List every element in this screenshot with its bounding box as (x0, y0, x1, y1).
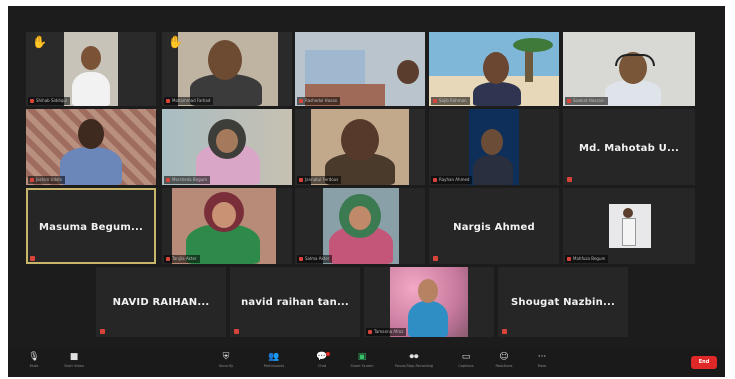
reactions-button[interactable]: ☺ Reactions (486, 351, 522, 375)
microphone-icon: 🎙 (28, 352, 40, 362)
participant-tile[interactable]: Salma Akter (295, 188, 425, 264)
security-button[interactable]: ⛨ Security (208, 351, 244, 375)
participant-tile[interactable]: ✋ Mohammad Farhad (162, 32, 292, 106)
video-camera-icon: ■ (69, 352, 79, 362)
participant-name: Salma Akter (297, 255, 333, 263)
mic-muted-icon (100, 329, 105, 334)
reactions-icon: ☺ (499, 352, 509, 362)
participant-tile[interactable]: Rayhan Ahmed (429, 109, 559, 185)
participant-tile[interactable]: Sowkat Hossain (563, 32, 695, 106)
zoom-meeting-window: ✋ Shihab Siddiqui ✋ Mohammad Farhad Rash… (8, 6, 725, 377)
more-button[interactable]: ··· More (524, 351, 560, 375)
end-meeting-button[interactable]: End (691, 356, 717, 369)
participant-tile[interactable]: ✋ Shihab Siddiqui (26, 32, 156, 106)
record-button[interactable]: ⏺⏺ Pause/Stop Recording (392, 351, 436, 375)
participant-tile[interactable]: Mahfuza Begum (563, 188, 695, 264)
participant-tile[interactable]: Nargis Ahmed (429, 188, 559, 264)
participant-name: Rayhan Ahmed (431, 176, 473, 184)
participant-name: Tamanna Afroz (366, 328, 407, 336)
shield-icon: ⛨ (222, 352, 230, 362)
more-dots-icon: ··· (537, 352, 547, 362)
mute-button[interactable]: 🎙 Mute (16, 351, 52, 375)
participant-tile[interactable]: Tamanna Afroz (364, 267, 494, 337)
chat-button[interactable]: 💬 Chat (304, 351, 340, 375)
share-screen-button[interactable]: ▣ Share Screen (344, 351, 380, 375)
share-screen-icon: ▣ (357, 352, 367, 362)
participant-tile[interactable]: Shougat Nazbin... (498, 267, 628, 337)
participant-tile[interactable]: navid raihan tan... (230, 267, 360, 337)
participant-name: Md. Mahotab U... (579, 143, 679, 154)
notification-dot (326, 352, 330, 356)
captions-button[interactable]: ▭ Captions (448, 351, 484, 375)
participant-tile-active-speaker[interactable]: Masuma Begum... (26, 188, 156, 264)
chat-bubble-icon: 💬 (316, 352, 328, 362)
participant-name: Jannatul Ferdous (297, 176, 342, 184)
start-video-button[interactable]: ■ Start Video (56, 351, 92, 375)
participant-tile[interactable]: Rashedul Hasan (295, 32, 425, 106)
mic-muted-icon (30, 256, 35, 261)
participant-tile[interactable]: Md. Mahotab U... (563, 109, 695, 185)
participant-tile[interactable]: Joshim Uddin (26, 109, 156, 185)
participant-name: NAVID RAIHAN... (112, 297, 210, 308)
participant-name: Sowkat Hossain (565, 97, 608, 105)
mic-muted-icon (433, 256, 438, 261)
mic-muted-icon (567, 177, 572, 182)
participant-name: Masuma Begum... (39, 222, 143, 233)
captions-icon: ▭ (461, 352, 471, 362)
mic-muted-icon (502, 329, 507, 334)
gallery-grid: ✋ Shihab Siddiqui ✋ Mohammad Farhad Rash… (8, 6, 725, 342)
pause-stop-recording-icon: ⏺⏺ (409, 352, 419, 362)
participant-tile[interactable]: Jannatul Ferdous (295, 109, 425, 185)
participant-name: Nargis Ahmed (453, 222, 535, 233)
participant-name: Mahfuza Begum (565, 255, 609, 263)
participant-name: Shihab Siddiqui (28, 97, 71, 105)
participants-button[interactable]: 👥 Participants (256, 351, 292, 375)
participant-tile[interactable]: Morsheda Begum (162, 109, 292, 185)
raised-hand-icon: ✋ (168, 35, 183, 49)
participant-name: Sajib Rahman (431, 97, 470, 105)
participant-tile[interactable]: Sajib Rahman (429, 32, 559, 106)
participant-name: Rashedul Hasan (297, 97, 341, 105)
raised-hand-icon: ✋ (32, 35, 47, 49)
participant-tile[interactable]: Tanjila Akter (162, 188, 292, 264)
meeting-toolbar: 🎙 Mute ■ Start Video ⛨ Security 👥 Partic… (8, 349, 725, 377)
participant-name: Shougat Nazbin... (511, 297, 615, 308)
mic-muted-icon (234, 329, 239, 334)
participants-icon: 👥 (268, 352, 280, 362)
participant-name: Tanjila Akter (164, 255, 200, 263)
participant-name: navid raihan tan... (241, 297, 349, 308)
participant-name: Joshim Uddin (28, 176, 66, 184)
participant-tile[interactable]: NAVID RAIHAN... (96, 267, 226, 337)
participant-name: Mohammad Farhad (164, 97, 214, 105)
participant-name: Morsheda Begum (164, 176, 211, 184)
